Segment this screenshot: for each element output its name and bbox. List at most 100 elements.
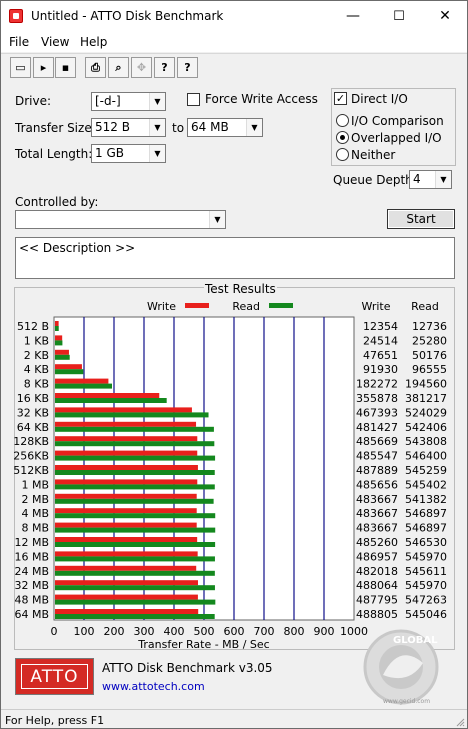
row-write-value: 488064 [356,579,398,592]
read-bar [55,326,59,331]
row-size-label: 4 KB [24,363,49,376]
write-bar [55,349,69,355]
write-bar [55,594,198,600]
row-read-value: 546897 [405,507,447,520]
x-ticks: 0 100 200 300 400 500 600 700 800 900 1000 [51,625,369,638]
x-tick-label: 600 [224,625,245,638]
x-tick-label: 300 [134,625,155,638]
read-bar [55,426,214,432]
read-bar [55,340,63,346]
row-write-value: 182272 [356,378,398,391]
x-tick-label: 500 [194,625,215,638]
row-size-label: 1 MB [21,478,49,491]
read-bar [55,570,215,576]
legend-read-label: Read [232,300,260,313]
row-write-value: 482018 [356,565,398,578]
row-write-value: 483667 [356,522,398,535]
row-size-label: 256KB [13,450,49,463]
x-tick-label: 800 [284,625,305,638]
write-bar [55,321,59,326]
write-bar [55,436,198,442]
row-write-value: 481427 [356,421,398,434]
col-write-header: Write [361,300,390,313]
read-bar [55,599,216,605]
row-write-value: 47651 [363,349,398,362]
row-size-label: 64 MB [14,608,49,621]
read-bar [55,513,216,519]
x-tick-label: 700 [254,625,275,638]
row-size-label: 8 MB [21,522,49,535]
row-read-value: 545046 [405,608,447,621]
write-bar [55,421,197,427]
row-write-value: 486957 [356,550,398,563]
atto-logo-text: ATTO [21,664,88,689]
read-bar [55,383,112,389]
row-size-label: 4 MB [21,507,49,520]
row-size-label: 16 KB [17,392,49,405]
row-write-value: 24514 [363,334,398,347]
row-size-label: 64 KB [17,421,49,434]
row-read-value: 545970 [405,550,447,563]
row-size-label: 12 MB [14,536,49,549]
x-tick-label: 200 [104,625,125,638]
status-text: For Help, press F1 [5,714,105,727]
read-bar [55,614,215,619]
row-write-value: 485260 [356,536,398,549]
write-bar [55,479,198,485]
read-bar [55,412,209,418]
row-read-value: 547263 [405,594,447,607]
read-bar [55,585,215,591]
watermark-url: www.gecid.com [383,698,430,705]
row-read-value: 545402 [405,478,447,491]
x-tick-label: 100 [74,625,95,638]
row-read-value: 545970 [405,579,447,592]
legend-read-swatch [269,303,293,308]
read-bar [55,556,215,562]
read-bar [55,398,167,403]
row-read-value: 194560 [405,378,447,391]
gecid-watermark: GLOBAL www.gecid.com [363,629,439,705]
write-bar [55,537,198,542]
row-read-value: 545611 [405,565,447,578]
version-label: ATTO Disk Benchmark v3.05 [102,661,273,675]
write-bar [55,522,197,528]
row-read-value: 545259 [405,464,447,477]
x-axis-label: Transfer Rate - MB / Sec [137,638,269,651]
write-bar [55,565,197,571]
row-write-value: 487889 [356,464,398,477]
x-tick-label: 900 [314,625,335,638]
row-read-value: 12736 [412,320,447,333]
legend-write-label: Write [147,300,176,313]
row-size-label: 2 KB [24,349,49,362]
write-bar [55,609,199,614]
row-size-label: 1 KB [24,334,49,347]
row-read-value: 381217 [405,392,447,405]
watermark-text: GLOBAL [393,635,438,646]
read-bar [55,470,215,475]
row-read-value: 546400 [405,450,447,463]
row-read-value: 96555 [412,363,447,376]
row-size-label: 2 MB [21,493,49,506]
row-read-value: 543808 [405,435,447,448]
row-write-value: 485547 [356,450,398,463]
website-link[interactable]: www.attotech.com [102,680,205,693]
write-bar [55,450,198,456]
row-size-label: 128KB [13,435,49,448]
row-read-value: 542406 [405,421,447,434]
x-tick-label: 0 [51,625,58,638]
write-bar [55,551,198,557]
col-read-header: Read [411,300,439,313]
write-bar [55,378,109,384]
row-size-label: 512 B [17,320,49,333]
row-write-value: 483667 [356,493,398,506]
row-write-value: 12354 [363,320,398,333]
legend-write-swatch [185,303,209,308]
x-tick-label: 400 [164,625,185,638]
read-bar [55,455,216,461]
resize-grip-icon[interactable] [455,717,465,727]
write-bar [55,493,197,499]
row-size-label: 24 MB [14,565,49,578]
atto-logo: ATTO [15,658,94,695]
write-bar [55,508,197,514]
write-bar [55,393,160,398]
